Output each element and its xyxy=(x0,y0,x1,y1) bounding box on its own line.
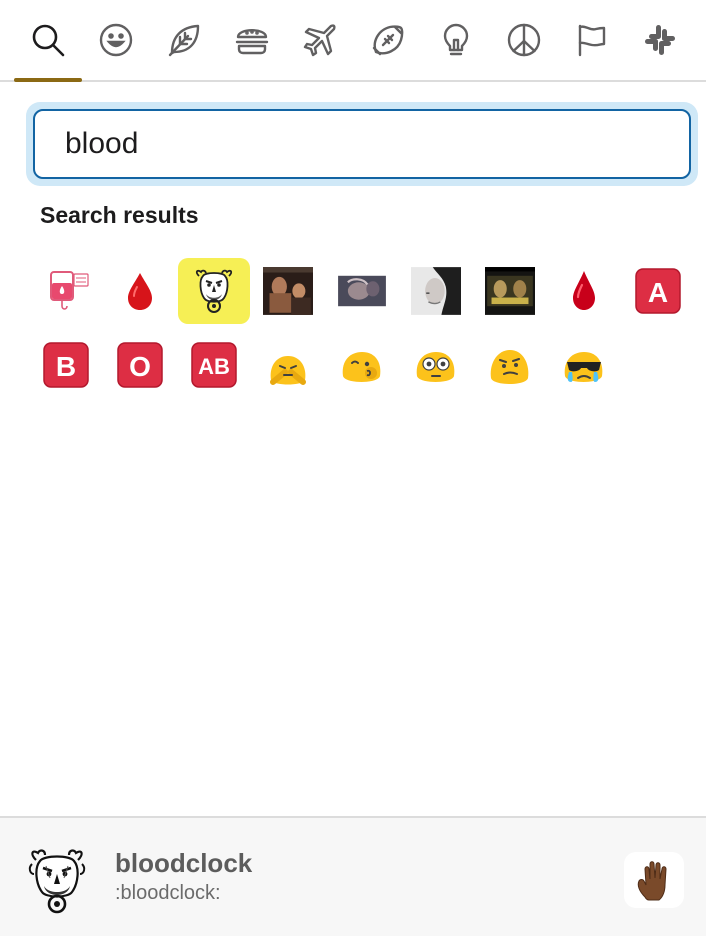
o-blood-type-emoji: O xyxy=(117,342,163,388)
burger-icon xyxy=(235,29,269,55)
custom-photo-emoji-1 xyxy=(263,267,313,315)
smiley-icon xyxy=(99,23,133,57)
bloodclock-preview-icon xyxy=(28,849,86,914)
peace-icon xyxy=(507,23,541,57)
emoji-result[interactable]: AB xyxy=(178,332,250,398)
search-icon xyxy=(32,24,65,57)
emoji-result[interactable]: B xyxy=(30,332,102,398)
drop-of-blood-emoji-2 xyxy=(573,271,595,310)
custom-photo-emoji-4 xyxy=(485,267,535,315)
emoji-result[interactable] xyxy=(326,258,398,324)
preview-emoji-code: :bloodclock: xyxy=(115,882,221,904)
section-title: Search results xyxy=(40,202,199,228)
blood-type-label: B xyxy=(56,351,76,382)
face-blowing-kiss-blob-emoji xyxy=(342,352,381,382)
emoji-preview-footer: bloodclock :bloodclock: xyxy=(0,816,706,936)
tab-activities[interactable]: Activities xyxy=(354,0,422,80)
drop-of-blood-emoji xyxy=(128,273,152,310)
a-blood-type-emoji: A xyxy=(635,268,681,314)
football-icon xyxy=(372,25,404,56)
preview-emoji-name: bloodclock xyxy=(115,848,253,878)
confused-blob-emoji xyxy=(490,350,529,384)
tab-objects[interactable]: Objects xyxy=(422,0,490,80)
emoji-result-selected[interactable] xyxy=(178,258,250,324)
search-focus-ring xyxy=(26,102,698,186)
emoji-result[interactable] xyxy=(326,332,398,398)
emoji-result[interactable] xyxy=(400,332,472,398)
blood-bag-emoji xyxy=(50,271,89,310)
emoji-result[interactable] xyxy=(252,332,324,398)
skin-tone-button[interactable] xyxy=(624,852,684,908)
flushed-blob-emoji xyxy=(416,352,455,382)
tab-flags[interactable]: Flags xyxy=(558,0,626,80)
custom-photo-emoji-3 xyxy=(411,267,461,315)
airplane-icon xyxy=(303,24,336,57)
blood-type-label: AB xyxy=(198,354,230,379)
flag-icon xyxy=(578,24,606,57)
blood-type-label: A xyxy=(648,277,668,308)
tab-search[interactable]: Search xyxy=(14,0,82,82)
tab-smileys[interactable]: Smileys & People xyxy=(82,0,150,80)
raised-hand-icon xyxy=(637,861,667,901)
emoji-result[interactable] xyxy=(548,332,620,398)
emoji-result[interactable] xyxy=(474,332,546,398)
lightbulb-icon xyxy=(443,23,469,56)
tab-food[interactable]: Food & Drink xyxy=(218,0,286,80)
tab-nature[interactable]: Nature xyxy=(150,0,218,80)
custom-photo-emoji-2 xyxy=(337,267,387,315)
blood-type-label: O xyxy=(129,351,151,382)
tab-travel[interactable]: Travel & Places xyxy=(286,0,354,80)
emoji-result[interactable] xyxy=(104,258,176,324)
emoji-result[interactable]: A xyxy=(622,258,694,324)
tab-custom[interactable]: Custom xyxy=(626,0,694,80)
emoji-result[interactable]: O xyxy=(104,332,176,398)
ab-blood-type-emoji: AB xyxy=(191,342,237,388)
tab-symbols[interactable]: Symbols xyxy=(490,0,558,80)
b-blood-type-emoji: B xyxy=(43,342,89,388)
emoji-search-input[interactable] xyxy=(33,109,691,179)
slack-icon xyxy=(645,25,675,55)
no-gesture-blob-emoji xyxy=(270,356,306,385)
emoji-category-tabs: Search Smileys & People Nature Food & Dr… xyxy=(0,0,706,82)
emoji-result[interactable] xyxy=(252,258,324,324)
bloodclock-emoji xyxy=(195,269,233,313)
emoji-result[interactable] xyxy=(400,258,472,324)
leaf-icon xyxy=(168,24,200,57)
emoji-result[interactable] xyxy=(30,258,102,324)
emoji-result[interactable] xyxy=(474,258,546,324)
sunglasses-crying-blob-emoji xyxy=(564,352,603,382)
emoji-result[interactable] xyxy=(548,258,620,324)
